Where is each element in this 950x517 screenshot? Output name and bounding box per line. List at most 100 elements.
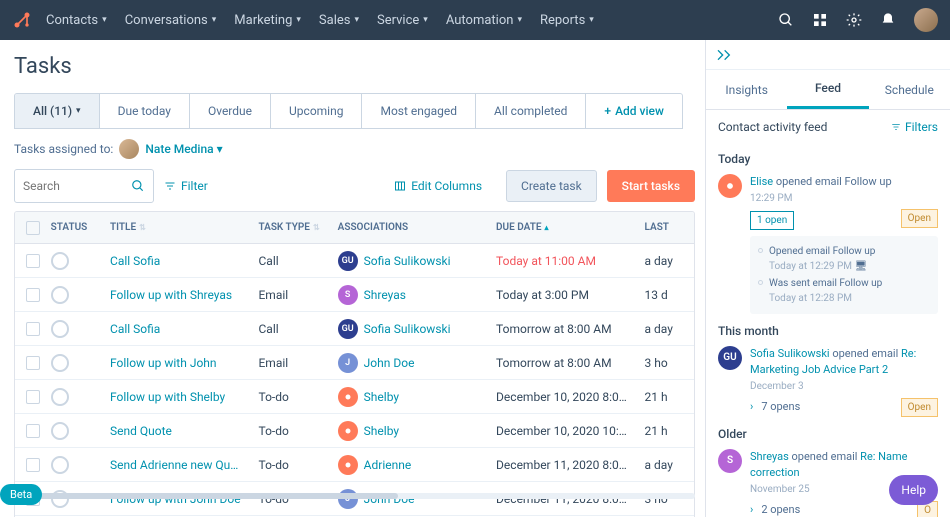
task-type: Call [258,254,337,268]
view-tab[interactable]: Most engaged [362,94,476,128]
association-link[interactable]: Shelby [364,424,399,438]
th-task-type[interactable]: TASK TYPE⇅ [258,222,337,233]
caret-down-icon: ▾ [212,15,217,25]
caret-down-icon: ▾ [296,15,301,25]
due-date: December 11, 2020 8:0… [496,458,644,472]
status-toggle[interactable] [51,422,69,440]
bell-icon[interactable] [880,12,896,28]
nav-item[interactable]: Sales ▾ [319,13,359,28]
assigned-label: Tasks assigned to: [14,142,113,156]
due-date: Tomorrow at 8:00 AM [496,322,644,336]
row-checkbox[interactable] [26,254,40,268]
status-toggle[interactable] [51,456,69,474]
status-toggle[interactable] [51,354,69,372]
contact-link[interactable]: Sofia Sulikowski [750,347,830,360]
caret-down-icon: ▾ [423,15,428,25]
task-type: To-do [258,458,337,472]
marketplace-icon[interactable] [812,12,828,28]
th-due-date[interactable]: DUE DATE▴ [496,222,644,233]
sidebar-tab[interactable]: Feed [787,70,868,109]
caret-down-icon: ▾ [589,15,594,25]
row-checkbox[interactable] [26,356,40,370]
expand-icon[interactable]: › [750,502,753,517]
search-input[interactable] [23,179,131,193]
task-title-link[interactable]: Send Quote [110,424,172,438]
nav-item[interactable]: Service ▾ [377,13,428,28]
table-row: Follow up with John DoeTo-doJJohn DoeDec… [15,482,694,516]
task-title-link[interactable]: Call Sofia [110,254,160,268]
view-tab[interactable]: Overdue [190,94,271,128]
due-date: Tomorrow at 8:00 AM [496,356,644,370]
row-checkbox[interactable] [26,288,40,302]
status-open: Open [901,398,938,417]
status-toggle[interactable] [51,388,69,406]
search-input-wrap [14,169,154,203]
task-title-link[interactable]: Follow up with Shelby [110,390,225,404]
sprocket-icon [342,391,354,403]
contact-link[interactable]: Elise [750,175,773,188]
edit-columns-button[interactable]: Edit Columns [380,171,496,201]
task-type: Email [258,288,337,302]
th-associations[interactable]: ASSOCIATIONS [338,222,496,233]
th-status[interactable]: STATUS [51,222,110,233]
contact-link[interactable]: Shreyas [750,450,789,463]
association-link[interactable]: Adrienne [364,458,412,472]
hubspot-logo [12,10,32,30]
status-toggle[interactable] [51,252,69,270]
status-toggle[interactable] [51,320,69,338]
association-link[interactable]: Shelby [364,390,399,404]
feed-item: GU Sofia Sulikowski opened email Re: Mar… [718,346,938,417]
task-title-link[interactable]: Call Sofia [110,322,160,336]
section-today: Today [718,152,938,166]
due-date: December 10, 2020 10:… [496,424,644,438]
user-avatar[interactable] [914,8,938,32]
filter-button[interactable]: Filter [164,179,208,193]
add-view-button[interactable]: + Add view [586,94,681,128]
nav-item[interactable]: Marketing ▾ [234,13,301,28]
association-link[interactable]: Sofia Sulikowski [364,254,451,268]
row-checkbox[interactable] [26,390,40,404]
nav-item[interactable]: Automation ▾ [446,13,522,28]
due-date: Today at 11:00 AM [496,254,644,268]
row-checkbox[interactable] [26,322,40,336]
th-last[interactable]: LAST [645,222,694,233]
association-link[interactable]: John Doe [364,356,415,370]
beta-badge[interactable]: Beta [0,484,42,505]
nav-item[interactable]: Contacts ▾ [46,13,107,28]
help-button[interactable]: Help [889,475,938,505]
expand-icon[interactable]: › [750,399,753,416]
gear-icon[interactable] [846,12,862,28]
select-all-checkbox[interactable] [26,221,40,235]
activity-sidebar: InsightsFeedSchedule Contact activity fe… [705,40,950,517]
feed-item: Elise opened email Follow up 12:29 PM 1 … [718,174,938,314]
open-count-badge[interactable]: 1 open [750,211,794,230]
search-icon[interactable] [778,12,794,28]
task-title-link[interactable]: Send Adrienne new Qu… [110,458,238,472]
association-link[interactable]: Shreyas [364,288,406,302]
start-tasks-button[interactable]: Start tasks [607,170,695,202]
feed-filters-button[interactable]: Filters [891,120,938,134]
association-link[interactable]: Sofia Sulikowski [364,322,451,336]
status-toggle[interactable] [51,286,69,304]
collapse-icon[interactable] [716,47,732,63]
view-tab[interactable]: All (11) ▾ [15,94,100,128]
task-title-link[interactable]: Follow up with John [110,356,217,370]
search-icon[interactable] [131,179,145,193]
row-checkbox[interactable] [26,458,40,472]
sidebar-tab[interactable]: Schedule [869,70,950,109]
last-activity: 21 h [645,390,694,404]
columns-icon [394,180,406,192]
th-title[interactable]: TITLE⇅ [110,222,258,233]
nav-item[interactable]: Conversations ▾ [125,13,217,28]
task-title-link[interactable]: Follow up with Shreyas [110,288,232,302]
sidebar-tab[interactable]: Insights [706,70,787,109]
view-tab[interactable]: Due today [100,94,190,128]
view-tab[interactable]: All completed [476,94,586,128]
top-nav: Contacts ▾ Conversations ▾ Marketing ▾ Sale… [0,0,950,40]
horizontal-scrollbar[interactable] [36,493,695,499]
assignee-picker[interactable]: Nate Medina ▾ [145,142,222,156]
nav-item[interactable]: Reports ▾ [540,13,594,28]
view-tab[interactable]: Upcoming [271,94,362,128]
row-checkbox[interactable] [26,424,40,438]
create-task-button[interactable]: Create task [506,170,597,202]
